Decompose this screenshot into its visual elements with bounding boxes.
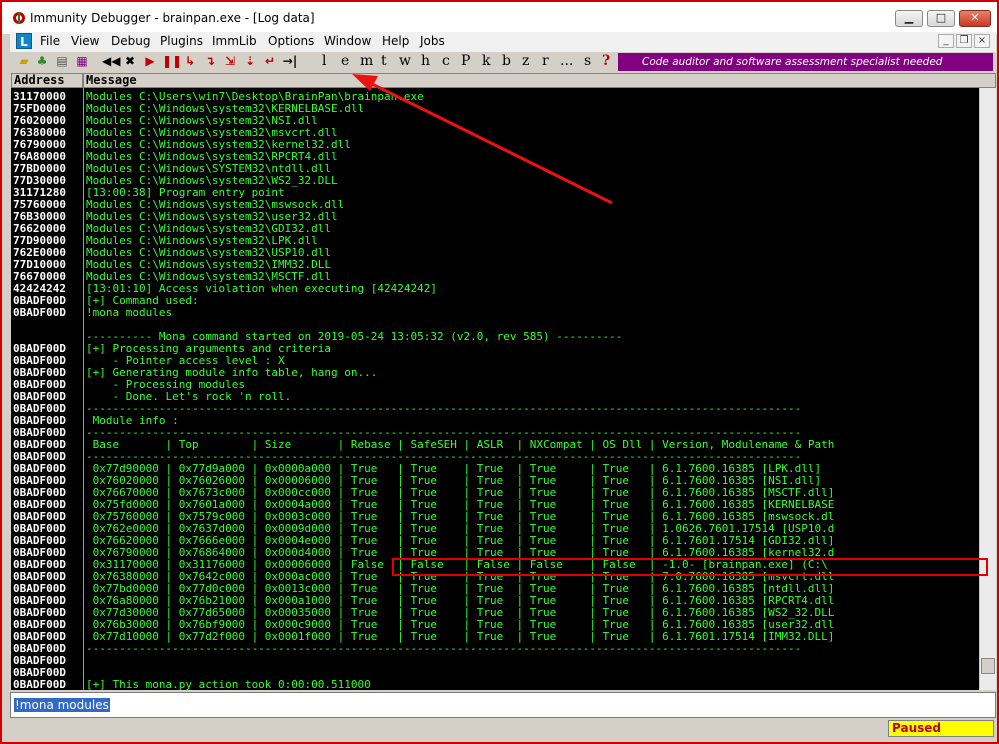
title-bar: Immunity Debugger - brainpan.exe - [Log … — [2, 2, 997, 34]
column-separator[interactable] — [83, 88, 84, 690]
toolbar-breakpoints-button[interactable]: b — [502, 53, 511, 70]
job-banner[interactable]: Code auditor and software assessment spe… — [618, 53, 993, 71]
attach-icon[interactable]: ♣ — [34, 53, 50, 70]
menu-immlib[interactable]: ImmLib — [212, 34, 257, 48]
menu-view[interactable]: View — [71, 34, 99, 48]
go-to-address-icon[interactable]: →| — [282, 53, 298, 70]
toolbar-handles-button[interactable]: h — [421, 53, 430, 70]
toolbar-source-button[interactable]: s — [584, 53, 591, 70]
vertical-scrollbar[interactable] — [979, 88, 996, 690]
toolbar-references-button[interactable]: r — [542, 53, 549, 70]
maximize-icon: □ — [935, 11, 947, 24]
menu-jobs[interactable]: Jobs — [420, 34, 445, 48]
scrollbar-thumb[interactable] — [981, 658, 995, 674]
log-window-icon[interactable]: L — [16, 33, 32, 49]
toolbar-windows-button[interactable]: w — [399, 53, 411, 70]
log-data-pane[interactable]: Address Message 31170000 Modules C:\Users… — [11, 73, 996, 690]
terminate-icon[interactable]: ✖ — [122, 53, 138, 70]
mdi-minimize-button[interactable]: _ — [938, 34, 954, 48]
memory-map-icon[interactable]: ▦ — [74, 53, 90, 70]
restart-icon[interactable]: ◀◀ — [102, 53, 120, 70]
menu-options[interactable]: Options — [268, 34, 314, 48]
toolbar: ▰ ♣ ▤ ▦ ◀◀ ✖ ▶ ❚❚ ↳ ↴ ⇲ ⇣ ↵ →| l e m t w… — [10, 52, 996, 73]
trace-over-icon[interactable]: ⇣ — [242, 53, 258, 70]
trace-into-icon[interactable]: ⇲ — [222, 53, 238, 70]
menu-plugins[interactable]: Plugins — [160, 34, 203, 48]
toolbar-callstack-button[interactable]: k — [482, 53, 490, 70]
toolbar-run-trace-button[interactable]: ... — [560, 53, 573, 70]
log-row-address[interactable]: 0BADF00D — [13, 679, 83, 691]
menu-help[interactable]: Help — [382, 34, 409, 48]
log-row-message[interactable]: !mona modules — [86, 307, 172, 319]
toolbar-threads-button[interactable]: t — [381, 53, 387, 70]
toolbar-patches-button[interactable]: P — [461, 53, 470, 70]
maximize-button[interactable]: □ — [927, 10, 955, 27]
log-row-message[interactable]: [+] This mona.py action took 0:00:00.511… — [86, 679, 371, 691]
toolbar-log-button[interactable]: l — [322, 53, 326, 70]
step-into-icon[interactable]: ↳ — [182, 53, 198, 70]
menu-bar: L File View Debug Plugins ImmLib Options… — [10, 32, 996, 52]
restore-icon: ❐ — [959, 35, 969, 46]
open-folder-icon[interactable]: ▰ — [16, 53, 32, 70]
execute-till-return-icon[interactable]: ↵ — [262, 53, 278, 70]
command-bar[interactable]: !mona modules — [10, 692, 996, 718]
close-icon: × — [977, 35, 987, 46]
log-row-message[interactable]: ----------------------------------------… — [86, 643, 801, 655]
close-button[interactable]: ✕ — [959, 10, 991, 27]
pause-icon[interactable]: ❚❚ — [162, 53, 182, 70]
command-input[interactable]: !mona modules — [14, 698, 110, 712]
menu-debug[interactable]: Debug — [111, 34, 150, 48]
minimize-icon: ▁ — [904, 11, 914, 24]
mdi-close-button[interactable]: × — [974, 34, 990, 48]
minimize-icon: _ — [943, 35, 949, 46]
run-icon[interactable]: ▶ — [142, 53, 158, 70]
window-title: Immunity Debugger - brainpan.exe - [Log … — [30, 11, 315, 25]
toolbar-memory-button[interactable]: m — [360, 53, 373, 70]
mdi-restore-button[interactable]: ❐ — [956, 34, 972, 48]
toolbar-help-button[interactable]: ? — [602, 53, 610, 70]
step-over-icon[interactable]: ↴ — [202, 53, 218, 70]
log-row-message[interactable]: ----------------------------------------… — [86, 403, 801, 415]
address-column-header[interactable]: Address — [11, 73, 83, 88]
status-badge: Paused — [888, 720, 994, 737]
log-row-address[interactable]: 0BADF00D — [13, 307, 83, 319]
immunity-debugger-icon — [13, 12, 25, 24]
status-bar: Paused — [10, 718, 996, 740]
toolbar-executable-modules-button[interactable]: e — [341, 53, 349, 70]
toolbar-cpu-button[interactable]: c — [442, 53, 450, 70]
debugger-window: Immunity Debugger - brainpan.exe - [Log … — [0, 0, 999, 744]
log-row-address[interactable] — [13, 319, 83, 331]
menu-file[interactable]: File — [40, 34, 60, 48]
minimize-button[interactable]: ▁ — [895, 10, 923, 27]
close-icon: ✕ — [970, 11, 980, 24]
message-column-header[interactable]: Message — [83, 73, 996, 88]
toolbar-z-button[interactable]: z — [522, 53, 529, 70]
cpu-window-icon[interactable]: ▤ — [54, 53, 70, 70]
menu-window[interactable]: Window — [324, 34, 371, 48]
